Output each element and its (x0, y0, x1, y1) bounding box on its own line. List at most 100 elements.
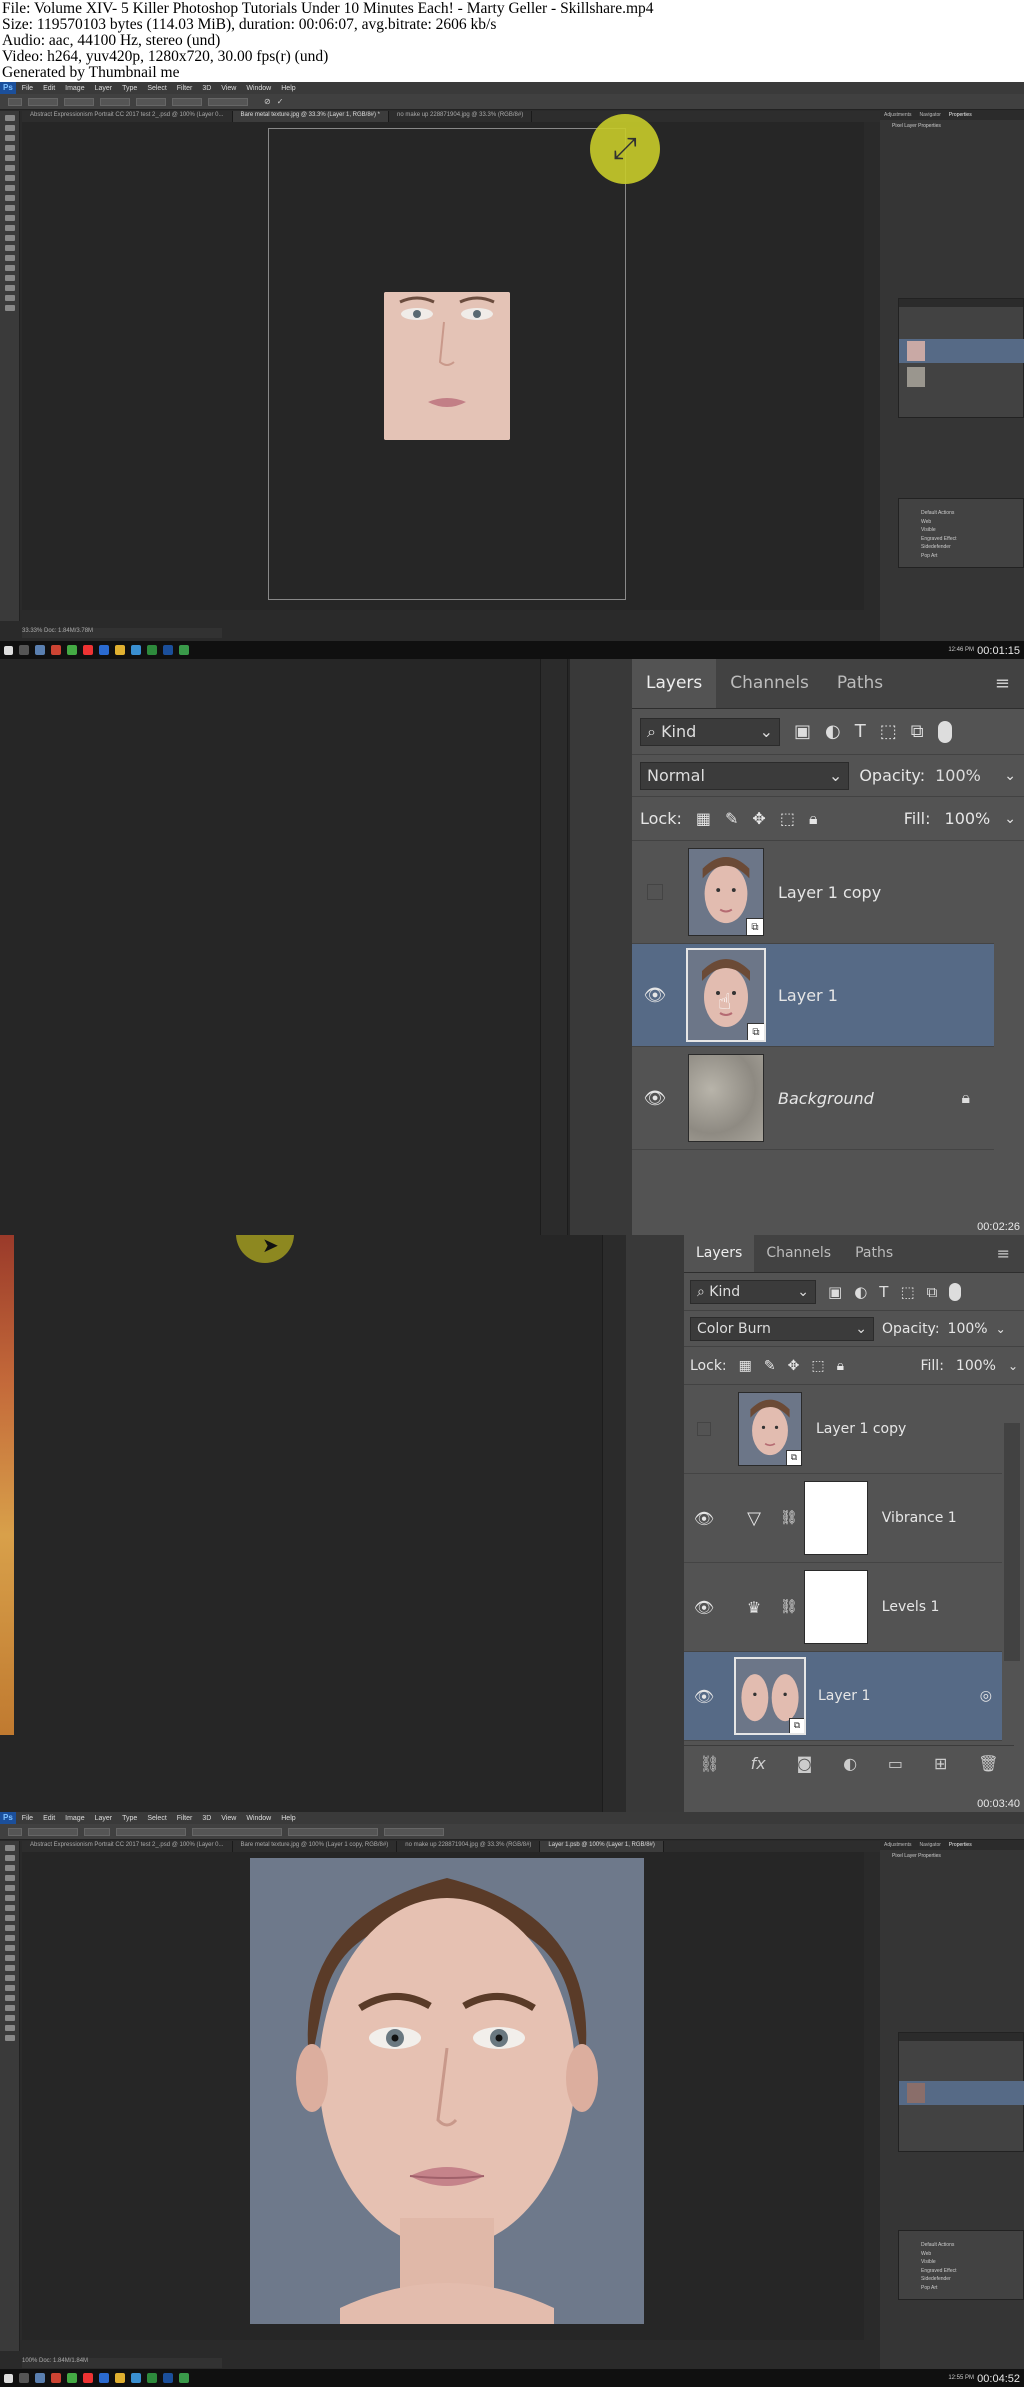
action-item[interactable]: Sidedefender (921, 543, 1023, 552)
taskbar-app-icon[interactable] (99, 645, 109, 655)
menu-3d[interactable]: 3D (202, 85, 211, 92)
taskbar-app-icon[interactable] (147, 645, 157, 655)
action-item[interactable]: Visible (921, 2258, 1023, 2267)
panel-tab-navigator[interactable]: Navigator (920, 1842, 941, 1848)
link-layers-icon[interactable]: ⛓︎ (699, 1754, 719, 1773)
action-item[interactable]: Web (921, 518, 1023, 527)
taskbar-app-icon[interactable] (35, 2373, 45, 2383)
eraser-icon[interactable] (5, 215, 15, 221)
adjustment-filter-icon[interactable]: ◐ (825, 721, 841, 742)
gradient-icon[interactable] (5, 1955, 15, 1961)
type-filter-icon[interactable]: T (855, 721, 866, 742)
chevron-down-icon[interactable]: ⌄ (1008, 1359, 1018, 1373)
action-item[interactable]: Engraved Effect (921, 535, 1023, 544)
h-field[interactable] (136, 97, 166, 106)
filter-toggle[interactable] (937, 720, 952, 743)
lock-pixels-icon[interactable]: ✎ (764, 1358, 776, 1374)
menu-edit[interactable]: Edit (43, 1815, 55, 1822)
3d-mode-buttons[interactable] (384, 1827, 444, 1836)
lock-position-icon[interactable]: ✥ (788, 1358, 800, 1374)
menu-image[interactable]: Image (65, 85, 84, 92)
blend-mode-select[interactable]: Color Burn ⌄ (690, 1316, 874, 1341)
lock-transparent-icon[interactable]: ▦ (696, 809, 711, 828)
pen-icon[interactable] (5, 1985, 15, 1991)
menu-image[interactable]: Image (65, 1815, 84, 1822)
shape-filter-icon[interactable]: ⬚ (880, 721, 897, 742)
lock-all-icon[interactable]: 🔒︎ (837, 1358, 844, 1374)
history-brush-icon[interactable] (5, 1935, 15, 1941)
chevron-down-icon[interactable]: ⌄ (1004, 768, 1016, 784)
cancel-transform-icon[interactable]: ⊘ (264, 97, 271, 106)
interpolation-select[interactable] (208, 97, 248, 106)
new-group-icon[interactable]: ▭ (888, 1754, 903, 1773)
layer-name[interactable]: Layer 1 (778, 986, 838, 1005)
layer-row-layer1[interactable]: 👁︎ ⧉ ☝ Layer 1 (632, 944, 994, 1047)
tool-preset[interactable] (8, 1827, 22, 1836)
menu-help[interactable]: Help (281, 1815, 295, 1822)
type-tool-icon[interactable] (5, 1995, 15, 2001)
marquee-tool-icon[interactable] (5, 125, 15, 131)
layer-name[interactable]: Levels 1 (882, 1599, 940, 1615)
shape-icon[interactable] (5, 2015, 15, 2021)
smart-object-filter-icon[interactable]: ⧉ (911, 721, 924, 742)
shape-icon[interactable] (5, 285, 15, 291)
tab-paths[interactable]: Paths (843, 1235, 905, 1272)
lock-artboard-icon[interactable]: ⬚ (811, 1358, 824, 1374)
eraser-icon[interactable] (5, 1945, 15, 1951)
taskbar-app-icon[interactable] (67, 2373, 77, 2383)
lock-artboard-icon[interactable]: ⬚ (780, 809, 795, 828)
hand-icon[interactable] (5, 2025, 15, 2031)
lock-all-icon[interactable]: 🔒︎ (809, 809, 818, 829)
zoom-icon[interactable] (5, 2035, 15, 2041)
move-tool-icon[interactable] (5, 115, 15, 121)
visibility-toggle-empty[interactable] (632, 841, 678, 944)
layer-mask-thumbnail[interactable] (803, 1481, 868, 1555)
start-icon[interactable] (4, 2373, 13, 2383)
taskbar-app-icon[interactable] (179, 2373, 189, 2383)
taskbar-ps-icon[interactable] (163, 645, 173, 655)
eye-icon[interactable]: 👁︎ (684, 1563, 724, 1652)
action-item[interactable]: Web (921, 2250, 1023, 2259)
taskbar-app-icon[interactable] (51, 645, 61, 655)
filter-kind-select[interactable]: ⌕ Kind ⌄ (640, 717, 780, 746)
action-item[interactable]: Sidedefender (921, 2275, 1023, 2284)
angle-field[interactable] (172, 97, 202, 106)
shape-filter-icon[interactable]: ⬚ (900, 1283, 914, 1301)
tab-paths[interactable]: Paths (823, 659, 897, 708)
layer-name[interactable]: Vibrance 1 (882, 1510, 957, 1526)
taskbar-app-icon[interactable] (19, 645, 29, 655)
lock-transparent-icon[interactable]: ▦ (739, 1358, 752, 1374)
layer-row-layer1[interactable]: 👁︎ ⧉ Layer 1 ◎ (684, 1652, 1002, 1741)
chevron-down-icon[interactable]: ⌄ (1004, 811, 1016, 827)
lock-pixels-icon[interactable]: ✎ (725, 809, 738, 828)
auto-select-field[interactable] (28, 1827, 78, 1836)
visibility-toggle-empty[interactable] (684, 1385, 724, 1474)
type-filter-icon[interactable]: T (879, 1283, 888, 1301)
menu-help[interactable]: Help (281, 85, 295, 92)
quick-select-icon[interactable] (5, 145, 15, 151)
canvas-area[interactable] (22, 1852, 864, 2340)
pixel-filter-icon[interactable]: ▣ (828, 1283, 842, 1301)
fill-value[interactable]: 100% (945, 809, 991, 828)
chevron-down-icon[interactable]: ⌄ (996, 1322, 1006, 1336)
taskbar-app-icon[interactable] (115, 2373, 125, 2383)
doc-tab[interactable]: no make up 228871904.jpg @ 33.3% (RGB/8#… (389, 111, 533, 122)
taskbar-app-icon[interactable] (51, 2373, 61, 2383)
menu-select[interactable]: Select (147, 1815, 166, 1822)
filter-kind-select[interactable]: ⌕ Kind ⌄ (690, 1279, 816, 1304)
menu-type[interactable]: Type (122, 85, 137, 92)
eyedropper-icon[interactable] (5, 1895, 15, 1901)
menu-edit[interactable]: Edit (43, 85, 55, 92)
x-field[interactable] (28, 97, 58, 106)
canvas-area[interactable]: ⤢ (22, 114, 864, 610)
chain-link-icon[interactable]: ⛓︎ (780, 1599, 798, 1615)
layer-row-background[interactable]: 👁︎ Background 🔒︎ (632, 1047, 994, 1150)
menu-file[interactable]: File (22, 85, 33, 92)
action-item[interactable]: Default Actions (921, 509, 1023, 518)
menu-select[interactable]: Select (147, 85, 166, 92)
stamp-icon[interactable] (5, 195, 15, 201)
doc-tab[interactable]: Abstract Expressionism Portrait CC 2017 … (22, 111, 233, 122)
healing-icon[interactable] (5, 1905, 15, 1911)
w-field[interactable] (100, 97, 130, 106)
action-item[interactable]: Pop Art (921, 552, 1023, 561)
